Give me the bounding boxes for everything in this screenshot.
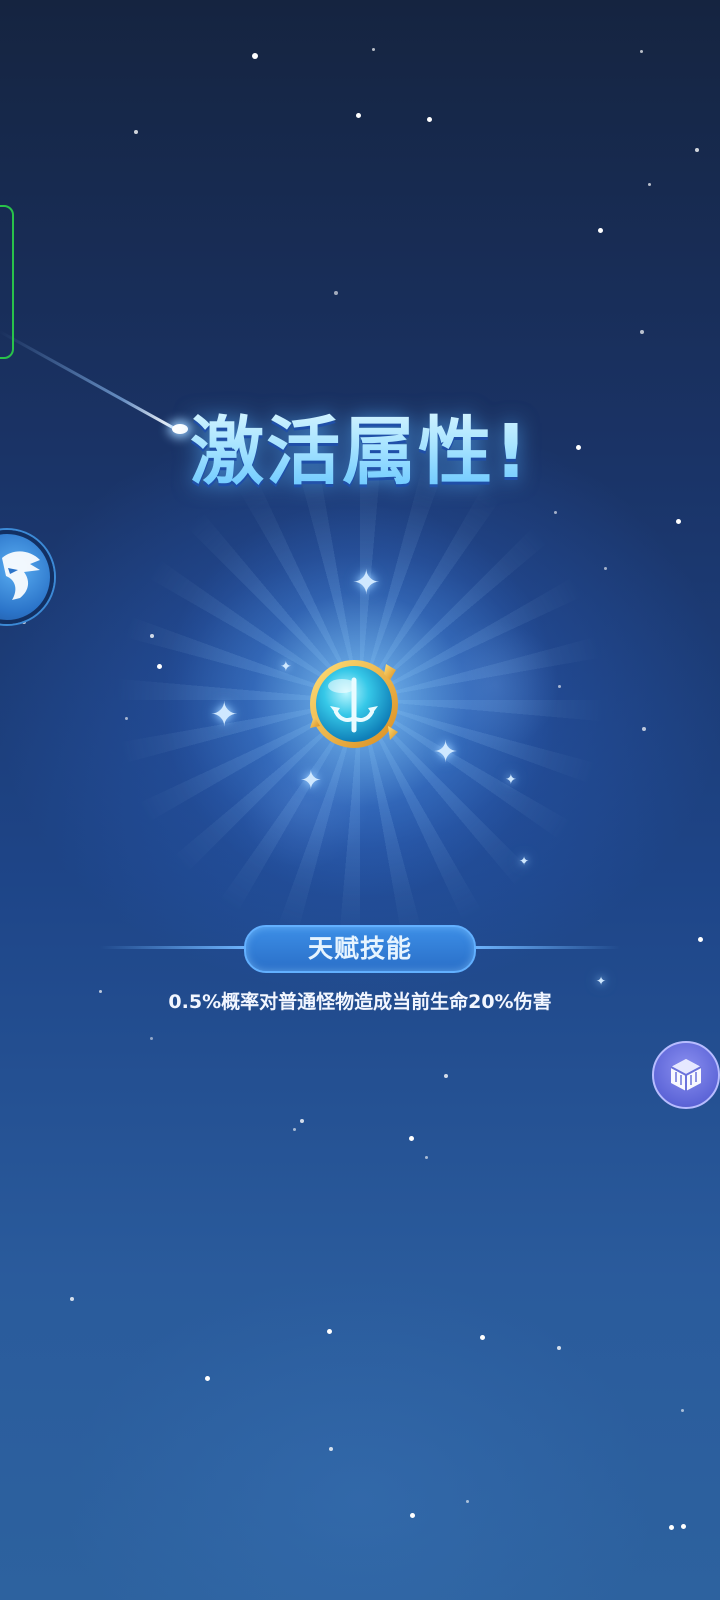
star (329, 1447, 333, 1451)
star (642, 727, 646, 731)
sparkle-icon: ✦ (596, 974, 607, 988)
sparkle-icon: ✦ (280, 659, 292, 675)
sparkle-icon: ✦ (210, 695, 239, 735)
star (698, 937, 703, 942)
shark-icon (2, 551, 40, 600)
sparkle-icon: ✦ (519, 854, 530, 868)
sparkle-icon: ✦ (505, 772, 517, 788)
star (372, 48, 375, 51)
star (70, 1297, 74, 1301)
star (640, 50, 643, 53)
star (604, 567, 607, 570)
bokeh-light (430, 620, 560, 750)
sparkle-icon: ✦ (433, 735, 459, 770)
trident-gem-icon (306, 656, 402, 752)
sparkle-icon: ✦ (300, 766, 322, 796)
sparkle-icon: ✦ (352, 563, 381, 603)
banner-divider-right (470, 946, 620, 949)
bokeh-light (240, 740, 370, 870)
talent-description: 0.5%概率对普通怪物造成当前生命20%伤害 (168, 991, 552, 1013)
star (334, 291, 338, 295)
cube-icon (670, 1059, 702, 1091)
banner-divider-left (100, 946, 250, 949)
star (409, 1136, 414, 1141)
star (300, 1119, 304, 1123)
star (205, 1376, 210, 1381)
star (356, 113, 361, 118)
star (425, 1156, 428, 1159)
star (681, 1409, 684, 1412)
game-screen: 激活属性! ✦ ✦ ✦ ✦ ✦ ✦ ✦ ✦ (0, 0, 720, 1600)
star (293, 1128, 296, 1131)
star (598, 228, 603, 233)
star (695, 148, 699, 152)
star (648, 183, 651, 186)
star (557, 1346, 561, 1350)
star (427, 117, 432, 122)
star (150, 1037, 153, 1040)
shark-button[interactable] (0, 530, 54, 624)
cube-button[interactable] (652, 1041, 720, 1109)
star (480, 1335, 485, 1340)
star (669, 1525, 674, 1530)
star (466, 1500, 469, 1503)
star (554, 511, 557, 514)
star (99, 990, 102, 993)
star (410, 1513, 415, 1518)
star (681, 1524, 686, 1529)
star (252, 53, 258, 59)
star (134, 130, 138, 134)
star (676, 519, 681, 524)
side-panel-outline[interactable] (0, 205, 14, 359)
star (444, 1074, 448, 1078)
star (327, 1329, 332, 1334)
talent-banner: 天赋技能 (244, 925, 476, 973)
star (640, 330, 644, 334)
